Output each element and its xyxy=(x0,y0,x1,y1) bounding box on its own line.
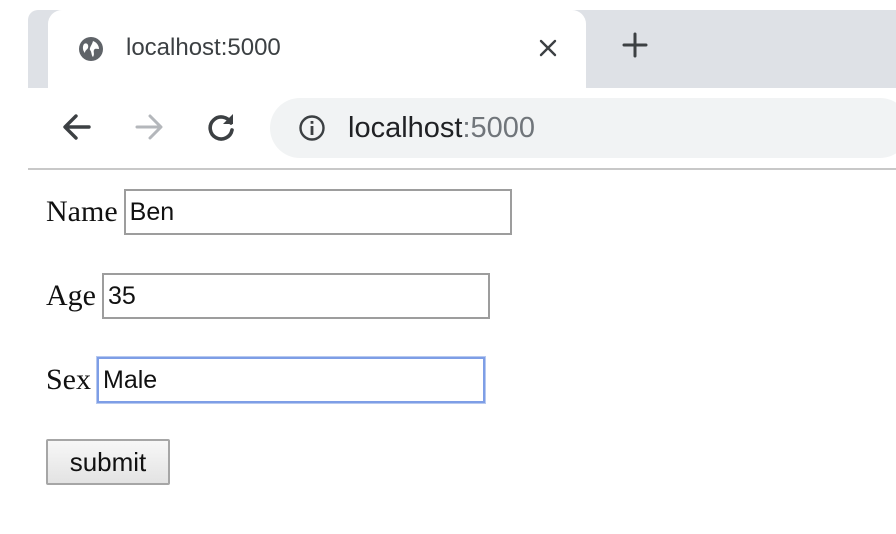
name-label: Name xyxy=(46,195,118,228)
arrow-right-icon[interactable] xyxy=(132,110,166,144)
submit-button[interactable]: submit xyxy=(46,439,170,485)
sex-input[interactable] xyxy=(97,357,485,403)
close-tab-icon[interactable] xyxy=(534,34,562,62)
sex-row: Sex xyxy=(46,356,485,404)
address-bar[interactable]: localhost:5000 xyxy=(270,98,896,158)
sex-label: Sex xyxy=(46,363,91,396)
tab-strip: localhost:5000 xyxy=(0,0,896,88)
plus-icon[interactable] xyxy=(620,30,650,60)
arrow-left-icon[interactable] xyxy=(60,110,94,144)
browser-toolbar: localhost:5000 xyxy=(0,88,896,168)
age-row: Age xyxy=(46,272,490,320)
active-tab[interactable]: localhost:5000 xyxy=(48,10,586,88)
age-input[interactable] xyxy=(101,273,490,319)
url-port: :5000 xyxy=(462,112,536,144)
toolbar-divider xyxy=(28,168,896,170)
url-text: localhost:5000 xyxy=(348,111,535,145)
info-icon[interactable] xyxy=(298,114,326,142)
globe-icon xyxy=(79,37,103,61)
reload-icon[interactable] xyxy=(204,110,238,144)
age-label: Age xyxy=(46,279,96,312)
url-host: localhost xyxy=(348,112,463,144)
name-input[interactable] xyxy=(123,189,512,235)
name-row: Name xyxy=(46,188,512,236)
tab-title: localhost:5000 xyxy=(126,34,281,61)
